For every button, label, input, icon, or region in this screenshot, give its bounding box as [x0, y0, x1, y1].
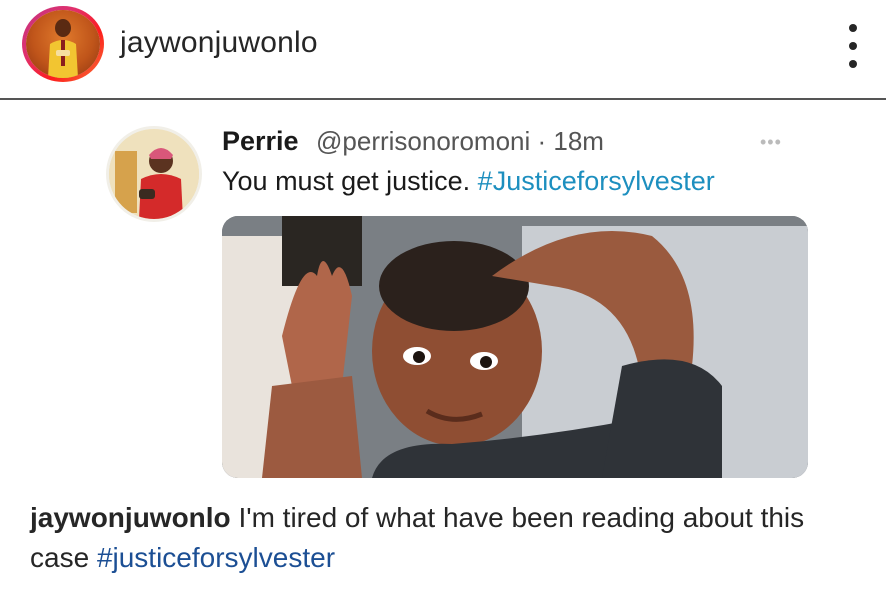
vertical-ellipsis-icon [849, 60, 857, 68]
person-avatar-icon [109, 129, 199, 219]
post-caption: jaywonjuwonlo I'm tired of what have bee… [30, 498, 860, 578]
photo-boy-waving-icon [222, 216, 808, 478]
tweet-photo [222, 216, 808, 478]
tweet-author-name: Perrie [222, 126, 299, 156]
post-header: jaywonjuwonlo [0, 0, 886, 98]
avatar[interactable] [26, 10, 100, 78]
vertical-ellipsis-icon [849, 42, 857, 50]
caption-username[interactable]: jaywonjuwonlo [30, 502, 231, 533]
person-avatar-icon [48, 19, 78, 78]
vertical-ellipsis-icon [849, 24, 857, 32]
horizontal-ellipsis-icon: ••• [760, 132, 782, 152]
tweet-handle-time: @perrisonoromoni · 18m [316, 126, 604, 156]
post-image[interactable]: Perrie @perrisonoromoni · 18m ••• You mu… [0, 100, 886, 482]
tweet-text: You must get justice. #Justiceforsylvest… [222, 166, 715, 197]
cropped-next-line [30, 588, 860, 601]
tweet-author-avatar [106, 126, 202, 222]
post-username[interactable]: jaywonjuwonlo [120, 26, 318, 60]
tweet-hashtag: #Justiceforsylvester [477, 166, 715, 196]
story-ring[interactable] [22, 6, 104, 82]
more-options-button[interactable] [835, 18, 871, 74]
caption-hashtag[interactable]: #justiceforsylvester [97, 542, 335, 573]
tweet-body: You must get justice. [222, 166, 471, 196]
